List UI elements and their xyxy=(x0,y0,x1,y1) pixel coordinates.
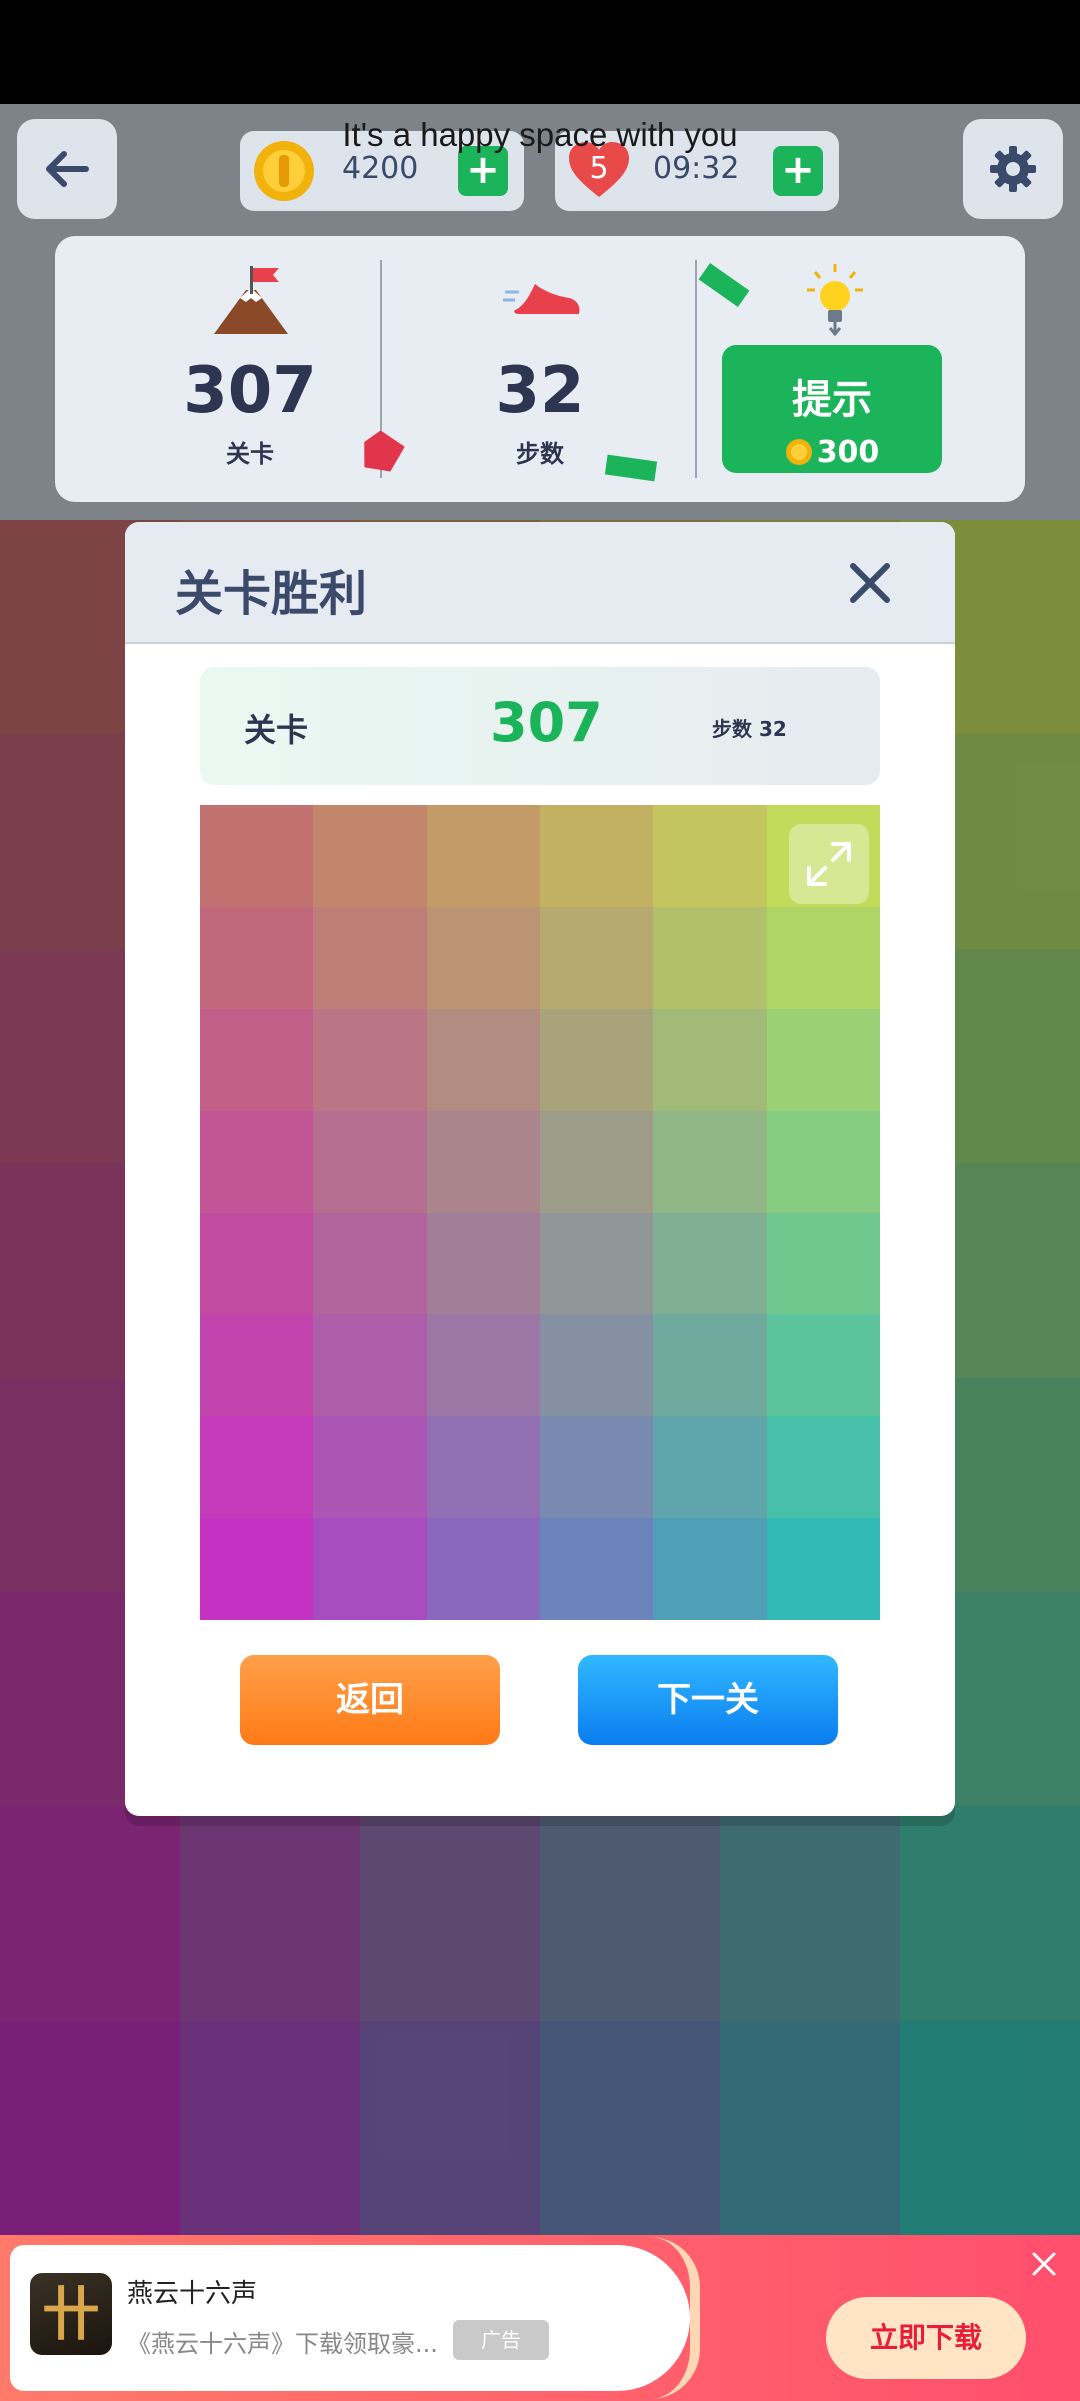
hint-cost-value: 300 xyxy=(816,435,880,470)
color-tile xyxy=(653,1518,767,1620)
color-tile xyxy=(313,805,427,907)
ad-tag: 广告 xyxy=(453,2320,549,2360)
color-tile xyxy=(766,906,880,1009)
color-tile xyxy=(653,1212,767,1315)
color-tile xyxy=(200,1518,314,1620)
color-tile xyxy=(313,1110,427,1213)
color-tile xyxy=(540,1518,654,1620)
color-tile xyxy=(200,906,314,1009)
color-tile xyxy=(540,1416,654,1519)
color-tile xyxy=(766,1008,880,1111)
flag-mountain-icon xyxy=(214,266,288,334)
color-tile xyxy=(653,1314,767,1417)
color-tile xyxy=(540,906,654,1009)
color-tile xyxy=(426,1416,540,1519)
color-tile xyxy=(426,906,540,1009)
next-level-button[interactable]: 下一关 xyxy=(578,1655,838,1745)
hint-button[interactable]: 提示 300 xyxy=(722,345,942,473)
lightbulb-icon xyxy=(807,264,863,336)
color-tile xyxy=(200,805,314,907)
color-tile xyxy=(766,1314,880,1417)
status-bar xyxy=(0,0,1080,104)
tagline: It's a happy space with you xyxy=(342,116,738,153)
solved-color-palette xyxy=(200,805,880,1620)
ad-title: 燕云十六声 xyxy=(127,2279,258,2309)
color-tile xyxy=(426,1110,540,1213)
color-tile xyxy=(313,1008,427,1111)
color-tile xyxy=(653,1416,767,1519)
level-number: 307 xyxy=(490,691,603,754)
ad-description: 《燕云十六声》下载领取豪... xyxy=(127,2330,438,2358)
color-tile xyxy=(540,1110,654,1213)
lives-timer: 09:32 xyxy=(653,151,740,186)
hint-label: 提示 xyxy=(792,377,872,423)
ad-content xyxy=(10,2245,690,2391)
color-tile xyxy=(653,1008,767,1111)
hint-cost: 300 xyxy=(722,435,942,470)
color-tile xyxy=(766,1518,880,1620)
color-tile xyxy=(540,1008,654,1111)
color-tile xyxy=(766,1416,880,1519)
color-tile xyxy=(426,805,540,907)
ad-download-button[interactable]: 立即下载 xyxy=(826,2297,1026,2379)
lives-count: 5 xyxy=(589,151,609,186)
close-icon[interactable] xyxy=(845,558,895,608)
coin-count: 4200 xyxy=(342,151,419,186)
coin-icon xyxy=(785,439,812,465)
color-tile xyxy=(313,1416,427,1519)
expand-button[interactable] xyxy=(789,824,869,904)
ad-decoration xyxy=(650,2237,700,2399)
color-tile xyxy=(313,1518,427,1620)
level-complete-dialog: 关卡胜利 关卡 307 步数 32 返回 下一关 xyxy=(125,522,955,1816)
color-tile xyxy=(426,1212,540,1315)
color-tile xyxy=(540,805,654,907)
color-tile xyxy=(313,1314,427,1417)
level-summary-card: 关卡 307 步数 32 xyxy=(200,667,880,785)
sneaker-icon xyxy=(503,284,580,320)
color-tile xyxy=(426,1008,540,1111)
color-tile xyxy=(653,805,767,907)
steps-number: 32 xyxy=(495,354,585,428)
color-tile xyxy=(200,1110,314,1213)
color-tile xyxy=(766,1110,880,1213)
color-tile xyxy=(313,1212,427,1315)
steps-text: 步数 32 xyxy=(712,717,787,741)
level-label: 关卡 xyxy=(226,440,274,468)
color-tile xyxy=(313,906,427,1009)
color-tile xyxy=(540,1314,654,1417)
color-tile xyxy=(200,1008,314,1111)
level-number: 307 xyxy=(183,354,317,428)
expand-icon xyxy=(807,842,851,886)
color-tile xyxy=(426,1518,540,1620)
color-tile xyxy=(200,1314,314,1417)
color-tile xyxy=(653,906,767,1009)
dialog-header: 关卡胜利 xyxy=(125,522,955,644)
dialog-title: 关卡胜利 xyxy=(175,566,368,622)
ad-app-logo: 卄 xyxy=(30,2273,112,2355)
level-label: 关卡 xyxy=(244,711,309,749)
color-tile xyxy=(426,1314,540,1417)
ad-close-icon[interactable] xyxy=(1030,2250,1058,2278)
color-tile xyxy=(766,1212,880,1315)
color-tile xyxy=(653,1110,767,1213)
color-tile xyxy=(200,1416,314,1519)
color-tile xyxy=(200,1212,314,1315)
color-tile xyxy=(540,1212,654,1315)
divider xyxy=(695,260,697,478)
steps-label: 步数 xyxy=(516,440,564,468)
back-button[interactable]: 返回 xyxy=(240,1655,500,1745)
